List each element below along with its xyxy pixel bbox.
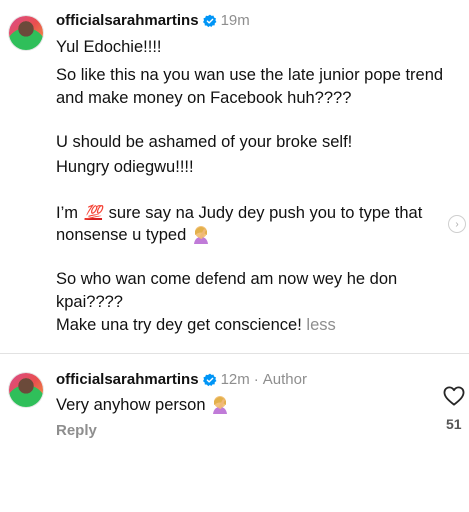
comment-text-fragment: nonsense u typed <box>56 226 187 244</box>
comment-header: officialsarahmartins 12m · Author <box>56 371 307 388</box>
chevron-right-icon[interactable]: › <box>448 215 466 233</box>
username[interactable]: officialsarahmartins <box>56 371 199 388</box>
author-badge: Author <box>262 371 307 388</box>
avatar[interactable] <box>9 16 43 50</box>
comment-text-line: and make money on Facebook huh???? <box>56 89 352 107</box>
see-less-link[interactable]: less <box>306 316 335 334</box>
comment-text-line: So who wan come defend am now wey he don <box>56 270 398 288</box>
comment-text-line: kpai???? <box>56 293 123 311</box>
meta-separator: · <box>253 371 259 388</box>
comment-text-fragment: sure say na Judy dey push you to type th… <box>108 204 423 222</box>
comment-text-line: U should be ashamed of your broke self! <box>56 133 353 151</box>
comment-text-line: Very anyhow person <box>56 394 230 417</box>
comment-text-line: Make una try dey get conscience! less <box>56 314 336 337</box>
woman-facepalming-emoji <box>193 226 208 244</box>
comment-text-line: Hungry odiegwu!!!! <box>56 158 194 176</box>
comment-text-fragment: Very anyhow person <box>56 396 206 414</box>
comment-text-line: So like this na you wan use the late jun… <box>56 66 444 84</box>
verified-badge-icon <box>202 373 216 386</box>
comment-time: 19m <box>220 12 250 29</box>
woman-facepalming-emoji <box>213 396 228 414</box>
comment-text-fragment: Make una try dey get conscience! <box>56 316 302 334</box>
avatar[interactable] <box>9 373 43 407</box>
comment-header: officialsarahmartins 19m <box>56 12 250 29</box>
comment-time: 12m <box>220 371 250 388</box>
reply-button[interactable]: Reply <box>56 422 97 439</box>
like-count: 51 <box>446 416 462 432</box>
comment-text-line: Yul Edochie!!!! <box>56 38 162 56</box>
verified-badge-icon <box>202 14 216 27</box>
comment-text-line: I’m 💯 sure say na Judy dey push you to t… <box>56 201 422 225</box>
divider <box>0 353 469 354</box>
comment-text-line: nonsense u typed <box>56 224 211 247</box>
hundred-points-emoji: 💯 <box>84 204 103 220</box>
comment-text-fragment: I’m <box>56 204 78 222</box>
heart-icon[interactable] <box>443 386 465 406</box>
username[interactable]: officialsarahmartins <box>56 12 199 29</box>
